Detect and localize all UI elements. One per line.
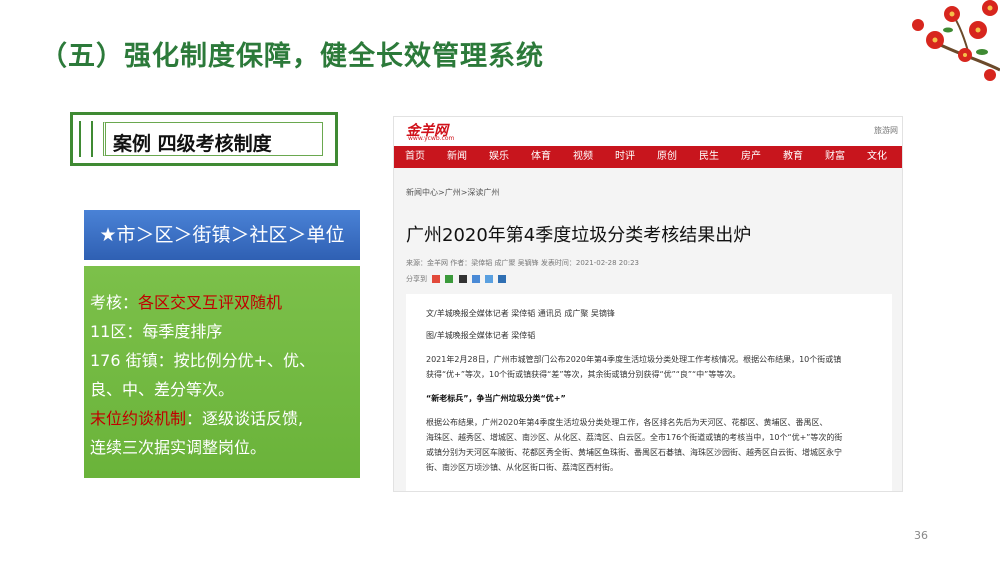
article-paragraph: 获得“优+”等次，10个街或镇获得“差”等次，其余街或镇分别获得“优”“良”“中…	[426, 370, 741, 379]
detail-line-adjust: 连续三次据实调整岗位。	[90, 438, 267, 457]
site-nav-bar: 首页 新闻 娱乐 体育 视频 时评 原创 民生 房产 教育 财富 文化 生	[394, 146, 902, 168]
share-qq-icon[interactable]	[458, 275, 467, 283]
nav-item[interactable]: 首页	[394, 146, 436, 168]
detail-line-grades: 良、中、差分等次。	[90, 380, 235, 399]
nav-item[interactable]: 生	[898, 146, 902, 168]
share-email-icon[interactable]	[485, 275, 494, 283]
news-article-screenshot: 金羊网 www.ycwb.com 旅游网 首页 新闻 娱乐 体育 视频 时评 原…	[393, 116, 903, 492]
article-meta: 来源：金羊网 作者：梁倖韬 成广聚 吴镝锋 发表时间：2021-02-28 20…	[406, 259, 639, 267]
nav-item[interactable]: 民生	[688, 146, 730, 168]
slide-title: （五）强化制度保障，健全长效管理系统	[40, 41, 544, 72]
article-paragraph: 街、南沙区万顷沙镇、从化区街口街、荔湾区西村街。	[426, 463, 618, 472]
hierarchy-bar: ★市＞区＞街镇＞社区＞单位	[84, 210, 360, 260]
nav-item[interactable]: 体育	[520, 146, 562, 168]
detail-prefix: 考核：	[90, 293, 139, 312]
detail-line-streets: 176 街镇：按比例分优+、优、	[90, 351, 316, 370]
share-bar: 分享到	[406, 274, 507, 284]
share-weibo-icon[interactable]	[432, 275, 441, 283]
share-qzone-icon[interactable]	[471, 275, 480, 283]
plum-blossom-decoration	[912, 0, 1000, 81]
article-headline: 广州2020年第4季度垃圾分类考核结果出炉	[406, 225, 752, 246]
site-header: 金羊网 www.ycwb.com 旅游网	[394, 117, 902, 146]
article-paragraph: 2021年2月28日，广州市城管部门公布2020年第4季度生活垃圾分类处理工作考…	[426, 355, 842, 364]
nav-item[interactable]: 娱乐	[478, 146, 520, 168]
nav-item[interactable]: 视频	[562, 146, 604, 168]
detail-highlight: 末位约谈机制	[90, 409, 187, 428]
page-number: 36	[914, 529, 928, 542]
assessment-details-box: 考核：各区交叉互评双随机 11区：每季度排序 176 街镇：按比例分优+、优、 …	[84, 266, 360, 478]
detail-highlight: 各区交叉互评双随机	[138, 293, 283, 312]
top-right-link[interactable]: 旅游网	[874, 125, 898, 136]
share-more-icon[interactable]	[498, 275, 507, 283]
article-subheading: “新老标兵”，争当广州垃圾分类“优+”	[426, 394, 566, 403]
breadcrumb[interactable]: 新闻中心>广州>深读广州	[406, 187, 499, 198]
detail-suffix: ：逐级谈话反馈,	[186, 409, 304, 428]
detail-line-districts: 11区：每季度排序	[90, 322, 223, 341]
article-paragraph: 海珠区、越秀区、增城区、南沙区、从化区、荔湾区、白云区。全市176个街道或镇的考…	[426, 433, 843, 442]
site-logo-url: www.ycwb.com	[408, 135, 455, 142]
nav-item[interactable]: 房产	[730, 146, 772, 168]
nav-item[interactable]: 时评	[604, 146, 646, 168]
article-paragraph: 文/羊城晚报全媒体记者 梁倖韬 通讯员 成广聚 吴镝锋	[426, 309, 615, 318]
case-box-decoration	[79, 121, 93, 157]
nav-item[interactable]: 教育	[772, 146, 814, 168]
article-paragraph: 图/羊城晚报全媒体记者 梁倖韬	[426, 331, 536, 340]
nav-item[interactable]: 新闻	[436, 146, 478, 168]
detail-line-interview: 末位约谈机制：逐级谈话反馈,	[90, 404, 354, 433]
article-paragraph: 或镇分别为天河区车陂街、花都区秀全街、黄埔区鱼珠街、番禺区石碁镇、海珠区沙园街、…	[426, 448, 842, 457]
nav-item[interactable]: 文化	[856, 146, 898, 168]
detail-line-assessment: 考核：各区交叉互评双随机	[90, 288, 354, 317]
share-wechat-icon[interactable]	[445, 275, 454, 283]
article-body: 文/羊城晚报全媒体记者 梁倖韬 通讯员 成广聚 吴镝锋 图/羊城晚报全媒体记者 …	[406, 294, 892, 491]
case-label: 案例 四级考核制度	[113, 133, 272, 155]
nav-item[interactable]: 财富	[814, 146, 856, 168]
article-paragraph: 根据公布结果，广州2020年第4季度生活垃圾分类处理工作，各区排名先后为天河区、…	[426, 418, 828, 427]
share-label: 分享到	[406, 275, 427, 283]
nav-item[interactable]: 原创	[646, 146, 688, 168]
case-label-box: 案例 四级考核制度	[70, 112, 338, 166]
